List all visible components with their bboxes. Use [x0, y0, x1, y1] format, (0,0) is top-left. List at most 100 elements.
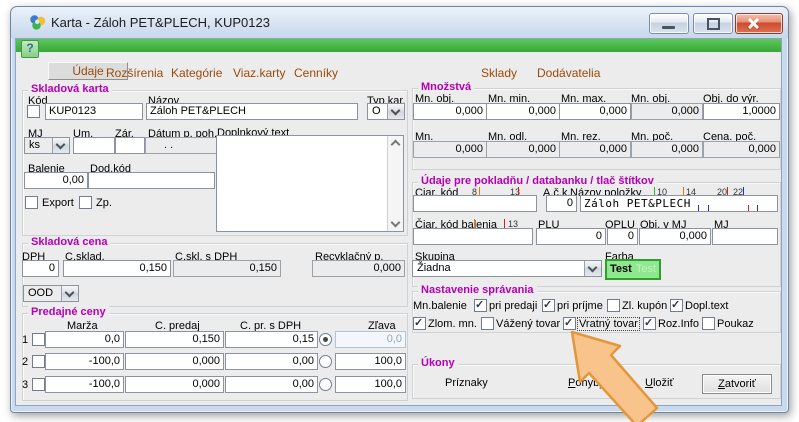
c-pr-s-dph-field[interactable]: 0,15 — [225, 331, 318, 348]
toolbar-strip — [16, 39, 781, 52]
pri-prijme-label: pri príjme — [557, 300, 603, 312]
dod-kod-field[interactable] — [88, 172, 215, 189]
marza-field[interactable]: -100,0 — [45, 353, 124, 370]
scroll-down-icon[interactable] — [391, 218, 401, 228]
help-button[interactable]: ? — [21, 40, 39, 58]
mj-combo[interactable]: ks — [24, 137, 70, 154]
group-title: Množstvá — [418, 81, 474, 93]
roz-info-checkbox[interactable] — [643, 317, 656, 330]
tab-sklady[interactable]: Sklady — [481, 66, 517, 80]
qplu-field[interactable]: 0 — [607, 228, 638, 245]
um-field[interactable] — [73, 137, 115, 154]
price-row-num: 3 — [22, 379, 28, 391]
mn-obj2-field: 0,000 — [631, 103, 703, 120]
dopl-text-checkbox[interactable] — [670, 299, 683, 312]
ood-combo[interactable]: OOD — [23, 285, 79, 302]
mn-rez-field: 0,000 — [559, 141, 631, 158]
zlava-field: 0,0 — [335, 331, 406, 348]
ciar-kod-balenia-field[interactable] — [413, 228, 533, 245]
zar-field[interactable] — [115, 137, 145, 154]
export-checkbox[interactable] — [25, 196, 38, 209]
tick-line-red — [748, 205, 749, 211]
c-predaj-field[interactable]: 0,000 — [125, 353, 224, 370]
group-title: Údaje pre pokladňu / databanku / tlač št… — [418, 175, 657, 187]
mj2-field[interactable] — [712, 228, 778, 245]
price-row-num: 1 — [22, 334, 28, 346]
zp-checkbox[interactable] — [79, 196, 92, 209]
mn-obj-field[interactable]: 0,000 — [413, 103, 487, 120]
c-pr-s-dph-field[interactable]: 0,00 — [225, 353, 318, 370]
chevron-down-icon[interactable] — [584, 261, 601, 276]
pohyby-button[interactable]: Pohyby — [568, 377, 605, 389]
mn-min-field[interactable]: 0,000 — [486, 103, 560, 120]
poukaz-checkbox[interactable] — [702, 317, 715, 330]
price-row-checkbox[interactable] — [32, 333, 45, 346]
c-pr-s-dph-field[interactable]: 0,00 — [225, 376, 318, 393]
pri-predaji-checkbox[interactable] — [474, 299, 487, 312]
tab-cenniky[interactable]: Cenníky — [294, 66, 338, 80]
group-title: Úkony — [418, 357, 458, 369]
c-predaj-field[interactable]: 0,150 — [125, 331, 224, 348]
tab-viaz-karty[interactable]: Viaz.karty — [233, 66, 285, 80]
mn-poc-field: 0,000 — [631, 141, 703, 158]
price-row-num: 2 — [22, 356, 28, 368]
obj-do-vyr-field[interactable]: 1,0000 — [703, 103, 780, 120]
group-title: Predajné ceny — [28, 306, 109, 318]
mn-max-field[interactable]: 0,000 — [559, 103, 631, 120]
group-title: Skladová cena — [28, 236, 110, 248]
ulozit-button[interactable]: Uložiť — [645, 377, 674, 389]
tab-rozsirenia[interactable]: Rozšírenia — [106, 66, 163, 80]
vratny-tovar-checkbox[interactable] — [563, 317, 576, 330]
ack-field[interactable]: 0 — [546, 195, 577, 212]
c-predaj-field[interactable]: 0,000 — [125, 376, 224, 393]
ciar-kod-field[interactable] — [413, 195, 537, 212]
price-row-radio[interactable] — [319, 378, 332, 391]
mn-odl-field: 0,000 — [486, 141, 560, 158]
marza-field[interactable]: -100,0 — [45, 376, 124, 393]
zlom-mn-checkbox[interactable] — [413, 317, 426, 330]
price-row-radio[interactable] — [319, 355, 332, 368]
chevron-down-icon[interactable] — [61, 286, 78, 301]
maximize-icon — [707, 18, 720, 30]
maximize-button[interactable] — [693, 13, 733, 34]
mn-balenie-label: Mn.balenie — [413, 300, 467, 312]
farba-preview[interactable]: TestTest — [605, 259, 661, 280]
kod-field[interactable]: KUP0123 — [45, 103, 143, 120]
pri-prijme-checkbox[interactable] — [542, 299, 555, 312]
marza-field[interactable]: 0,0 — [45, 331, 124, 348]
chevron-down-icon[interactable] — [52, 138, 69, 153]
obj-v-mj-field[interactable]: 0,000 — [639, 228, 711, 245]
zlava-field[interactable]: 100,0 — [335, 376, 406, 393]
textarea-scrollbar[interactable] — [387, 136, 403, 231]
scroll-up-icon[interactable] — [391, 140, 401, 150]
zlava-field[interactable]: 100,0 — [335, 353, 406, 370]
balenie-field[interactable]: 0,00 — [24, 172, 88, 189]
export-label: Export — [42, 197, 74, 209]
doplnkovy-text-textarea[interactable] — [216, 135, 404, 232]
price-row-checkbox[interactable] — [32, 378, 45, 391]
cena-poc-field: 0,000 — [703, 141, 780, 158]
nazov-field[interactable]: Záloh PET&PLECH — [146, 103, 358, 120]
c-sklad-field[interactable]: 0,150 — [63, 260, 171, 277]
typ-kar-combo[interactable]: O — [367, 103, 405, 120]
zl-kupon-checkbox[interactable] — [607, 299, 620, 312]
chevron-down-icon[interactable] — [387, 104, 404, 119]
group-title: Skladová karta — [28, 83, 112, 95]
poukaz-label: Poukaz — [717, 318, 754, 330]
screenshot-stage: Karta - Záloh PET&PLECH, KUP0123 ? Údaje… — [0, 0, 799, 422]
tab-kategorie[interactable]: Kategórie — [171, 66, 222, 80]
recyklacny-field: 0,000 — [312, 260, 405, 277]
tab-dodavatelia[interactable]: Dodávatelia — [537, 66, 600, 80]
kod-checkbox[interactable] — [27, 105, 40, 118]
vazeny-tovar-checkbox[interactable] — [481, 317, 494, 330]
tick-line-blue — [698, 205, 699, 211]
skupina-combo[interactable]: Žiadna — [412, 260, 602, 277]
close-button[interactable] — [735, 13, 783, 34]
plu-field[interactable]: 0 — [536, 228, 606, 245]
zatvorit-button[interactable]: Zatvoriť — [702, 374, 772, 394]
price-row-checkbox[interactable] — [32, 355, 45, 368]
priznaky-button[interactable]: Príznaky — [445, 377, 488, 389]
dph-field[interactable]: 0 — [22, 260, 59, 277]
minimize-button[interactable] — [649, 13, 689, 34]
price-row-radio[interactable] — [319, 333, 332, 346]
